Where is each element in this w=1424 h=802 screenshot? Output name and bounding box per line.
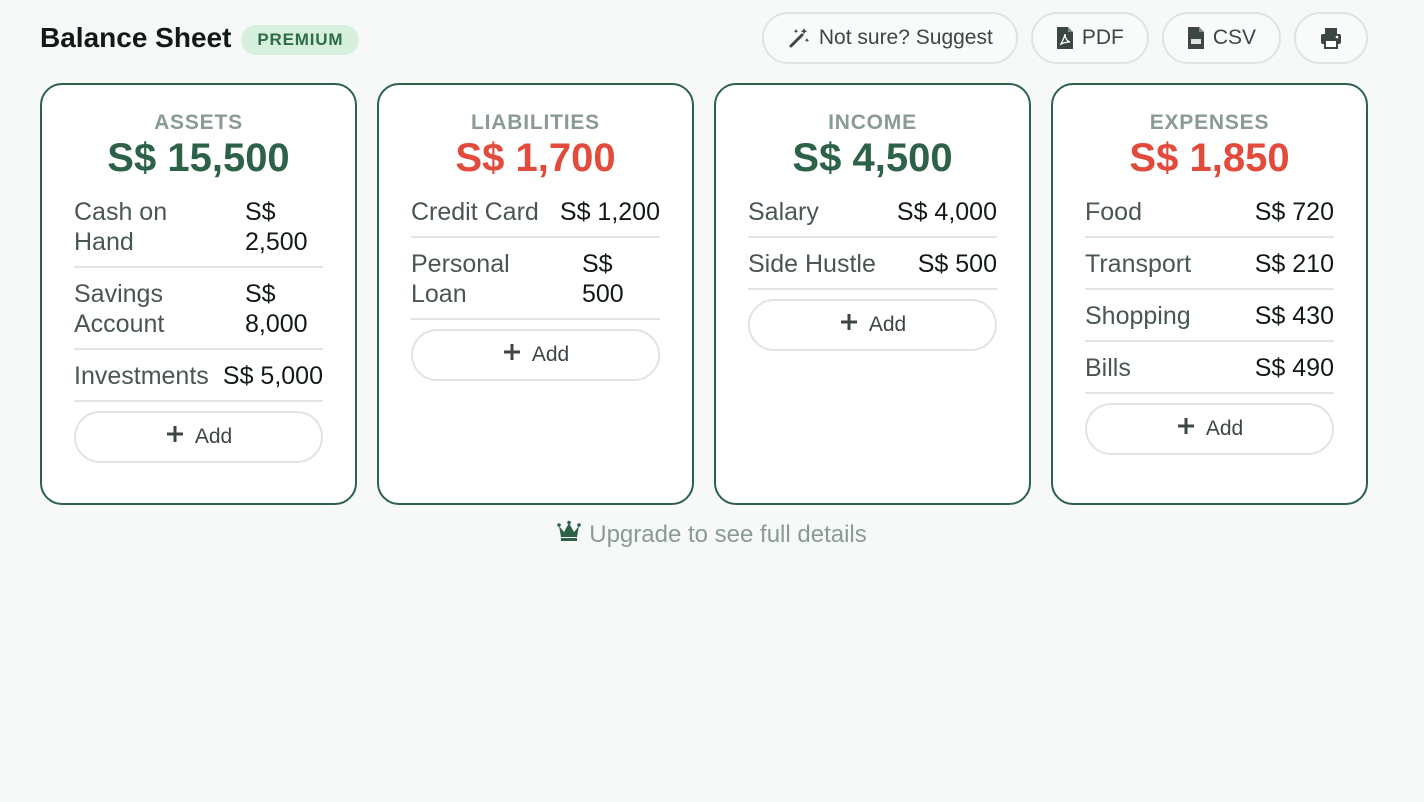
- item-value: S$ 2,500: [245, 198, 308, 256]
- add-income-button[interactable]: Add: [748, 299, 997, 351]
- pdf-button[interactable]: PDF: [1030, 12, 1149, 64]
- list-item[interactable]: Food S$ 720: [1085, 195, 1334, 238]
- printer-icon: [1319, 26, 1343, 50]
- list-item[interactable]: Cash on Hand S$ 2,500: [74, 195, 323, 268]
- item-name: Personal Loan: [411, 250, 510, 308]
- add-liability-button[interactable]: Add: [411, 329, 660, 381]
- item-value: S$ 500: [582, 250, 624, 308]
- card-total: S$ 15,500: [107, 136, 290, 180]
- card-label: ASSETS: [154, 111, 243, 134]
- plus-icon: [839, 312, 859, 338]
- item-name: Investments: [74, 362, 209, 390]
- add-label: Add: [194, 425, 233, 448]
- magic-wand-icon: [787, 26, 811, 50]
- item-value: S$ 210: [1254, 250, 1334, 278]
- suggest-label: Not sure? Suggest: [818, 26, 993, 49]
- assets-card: ASSETS S$ 15,500 Cash on Hand S$ 2,500 S…: [40, 83, 357, 505]
- card-total: S$ 1,700: [455, 136, 616, 180]
- card-total: S$ 4,500: [792, 136, 953, 180]
- list-item[interactable]: Side Hustle S$ 500: [748, 247, 997, 290]
- item-name: Cash on Hand: [74, 198, 168, 256]
- item-value: S$ 5,000: [222, 362, 323, 390]
- plus-icon: [1176, 416, 1196, 442]
- add-label: Add: [1205, 417, 1244, 440]
- upgrade-link[interactable]: Upgrade to see full details: [0, 520, 1424, 549]
- print-button[interactable]: [1294, 12, 1368, 64]
- csv-label: CSV: [1212, 26, 1256, 49]
- item-value: S$ 500: [917, 250, 997, 278]
- card-total: S$ 1,850: [1129, 136, 1290, 180]
- list-item[interactable]: Personal Loan S$ 500: [411, 247, 660, 320]
- item-value: S$ 4,000: [896, 198, 997, 226]
- pdf-file-icon: [1056, 26, 1074, 50]
- add-expense-button[interactable]: Add: [1085, 403, 1334, 455]
- item-name: Transport: [1085, 250, 1192, 278]
- upgrade-text: Upgrade to see full details: [589, 520, 867, 548]
- list-item[interactable]: Shopping S$ 430: [1085, 299, 1334, 342]
- add-label: Add: [531, 343, 570, 366]
- card-label: LIABILITIES: [471, 111, 600, 134]
- item-value: S$ 8,000: [245, 280, 308, 338]
- item-name: Salary: [748, 198, 819, 226]
- item-name: Side Hustle: [748, 250, 876, 278]
- plus-icon: [502, 342, 522, 368]
- csv-button[interactable]: CSV: [1161, 12, 1281, 64]
- suggest-button[interactable]: Not sure? Suggest: [761, 12, 1018, 64]
- premium-badge: PREMIUM: [241, 25, 360, 55]
- list-item[interactable]: Transport S$ 210: [1085, 247, 1334, 290]
- income-card: INCOME S$ 4,500 Salary S$ 4,000 Side Hus…: [714, 83, 1031, 505]
- add-asset-button[interactable]: Add: [74, 411, 323, 463]
- item-value: S$ 430: [1254, 302, 1334, 330]
- card-label: INCOME: [828, 111, 917, 134]
- plus-icon: [165, 424, 185, 450]
- item-name: Shopping: [1085, 302, 1191, 330]
- item-value: S$ 1,200: [559, 198, 660, 226]
- item-name: Food: [1085, 198, 1142, 226]
- list-item[interactable]: Salary S$ 4,000: [748, 195, 997, 238]
- list-item[interactable]: Savings Account S$ 8,000: [74, 277, 323, 350]
- card-label: EXPENSES: [1149, 111, 1270, 134]
- item-value: S$ 490: [1254, 354, 1334, 382]
- item-name: Credit Card: [411, 198, 539, 226]
- item-name: Bills: [1085, 354, 1131, 382]
- toolbar: Not sure? Suggest PDF CSV: [761, 12, 1368, 64]
- crown-icon: [557, 520, 582, 549]
- csv-file-icon: [1187, 26, 1205, 50]
- item-value: S$ 720: [1254, 198, 1334, 226]
- expenses-card: EXPENSES S$ 1,850 Food S$ 720 Transport …: [1051, 83, 1368, 505]
- page-title: Balance Sheet: [40, 22, 232, 53]
- add-label: Add: [868, 313, 907, 336]
- pdf-label: PDF: [1081, 26, 1124, 49]
- liabilities-card: LIABILITIES S$ 1,700 Credit Card S$ 1,20…: [377, 83, 694, 505]
- summary-cards: ASSETS S$ 15,500 Cash on Hand S$ 2,500 S…: [40, 83, 1368, 505]
- item-name: Savings Account: [74, 280, 165, 338]
- list-item[interactable]: Investments S$ 5,000: [74, 359, 323, 402]
- list-item[interactable]: Credit Card S$ 1,200: [411, 195, 660, 238]
- list-item[interactable]: Bills S$ 490: [1085, 351, 1334, 394]
- title-group: Balance Sheet PREMIUM: [40, 21, 360, 55]
- page-header: Balance Sheet PREMIUM Not sure? Suggest: [40, 12, 1368, 64]
